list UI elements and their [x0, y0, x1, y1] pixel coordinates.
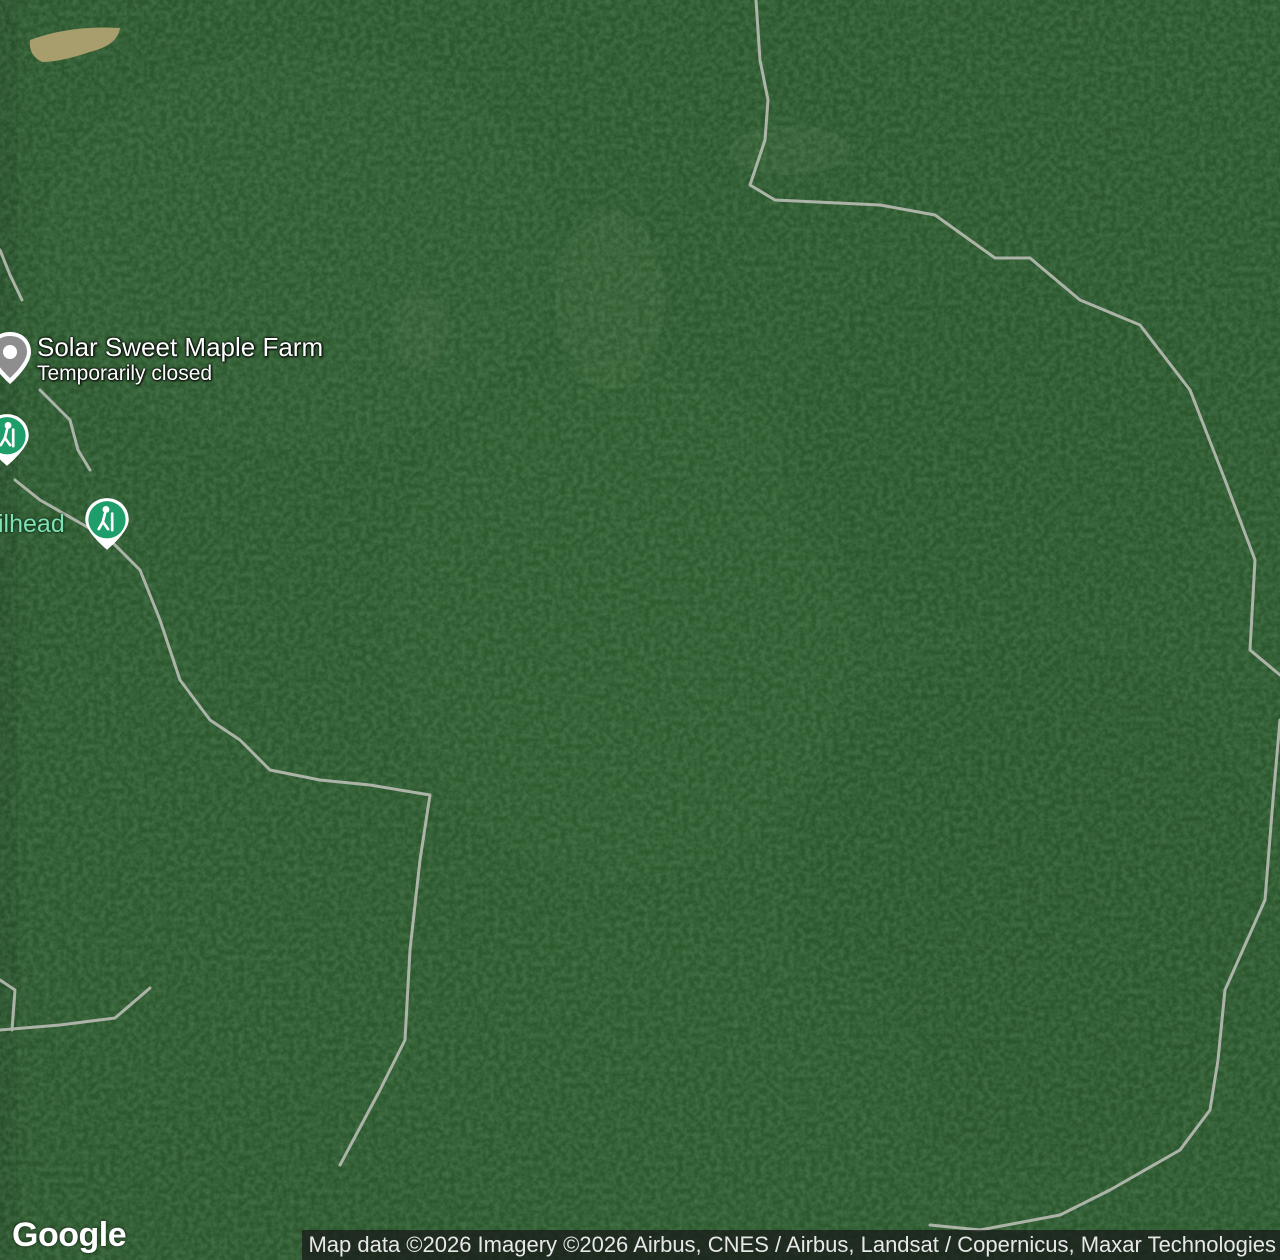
- trailhead-label[interactable]: ilhead: [0, 509, 65, 539]
- place-label-solar-sweet-maple-farm[interactable]: Solar Sweet Maple Farm Temporarily close…: [37, 332, 323, 386]
- google-logo: Google: [12, 1216, 127, 1254]
- satellite-imagery: [0, 0, 1280, 1260]
- hiking-trailhead-icon[interactable]: [82, 496, 132, 556]
- place-status: Temporarily closed: [37, 362, 213, 385]
- gray-place-pin-icon[interactable]: [0, 330, 35, 390]
- place-title: Solar Sweet Maple Farm: [37, 332, 324, 362]
- hiking-trailhead-icon[interactable]: [0, 412, 32, 472]
- map-attribution[interactable]: Map data ©2026 Imagery ©2026 Airbus, CNE…: [302, 1230, 1280, 1260]
- satellite-map[interactable]: Solar Sweet Maple Farm Temporarily close…: [0, 0, 1280, 1260]
